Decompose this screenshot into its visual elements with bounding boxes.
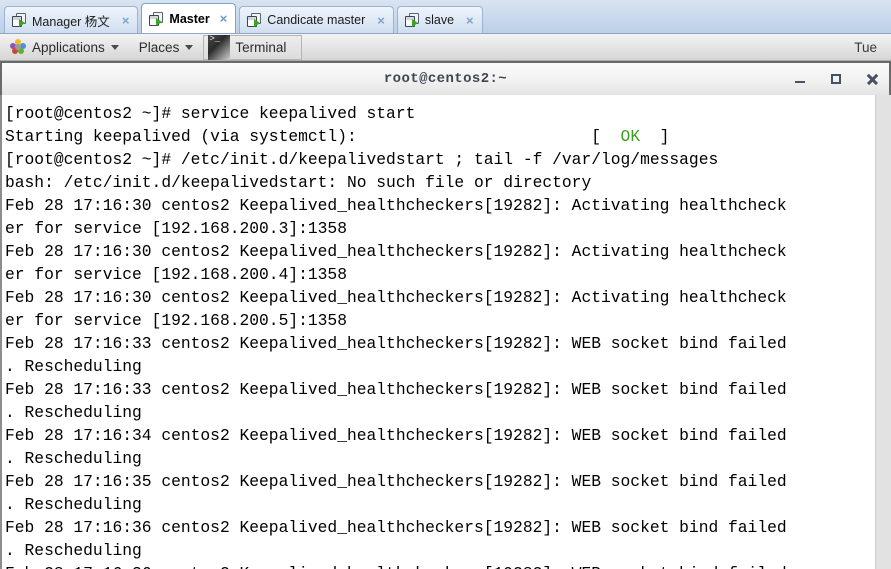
terminal-title-bar[interactable]: root@centos2:~ bbox=[0, 61, 891, 95]
status-ok-badge: OK bbox=[620, 127, 641, 146]
terminal-line: Feb 28 17:16:33 centos2 Keepalived_healt… bbox=[5, 334, 787, 353]
terminal-line: . Rescheduling bbox=[5, 449, 142, 468]
clock-applet[interactable]: Tue bbox=[854, 40, 891, 55]
gnome-foot-icon bbox=[10, 39, 26, 55]
close-icon[interactable] bbox=[865, 72, 879, 86]
terminal-line: [root@centos2 ~]# service keepalived sta… bbox=[5, 104, 416, 123]
terminal-session-icon bbox=[247, 13, 262, 27]
session-tab[interactable]: Master × bbox=[141, 3, 237, 33]
terminal-window-thumbnail-icon bbox=[208, 34, 231, 60]
maximize-icon[interactable] bbox=[829, 72, 843, 86]
session-tab-label: slave bbox=[424, 13, 455, 27]
applications-menu-label: Applications bbox=[32, 39, 105, 55]
window-title: root@centos2:~ bbox=[383, 71, 508, 87]
terminal-line-text: ] bbox=[640, 127, 670, 146]
terminal-line: Starting keepalived (via systemctl): [ O… bbox=[5, 125, 875, 148]
session-tab-label: Candicate master bbox=[267, 13, 366, 27]
terminal-line: Feb 28 17:16:33 centos2 Keepalived_healt… bbox=[5, 380, 787, 399]
terminal-session-icon bbox=[404, 13, 420, 27]
window-controls bbox=[793, 63, 879, 95]
terminal-line-text: Starting keepalived (via systemctl): [ bbox=[5, 127, 621, 146]
session-tab-bar: Manager 杨文 × Master × Candicate master × slave… bbox=[0, 0, 891, 34]
terminal-line: . Rescheduling bbox=[5, 357, 142, 376]
terminal-body[interactable]: [root@centos2 ~]# service keepalived sta… bbox=[0, 95, 891, 569]
terminal-window: root@centos2:~ [root@centos2 ~]# service… bbox=[0, 61, 891, 569]
terminal-line: Feb 28 17:16:36 centos2 Keepalived_healt… bbox=[5, 518, 787, 537]
applications-menu[interactable]: Applications bbox=[0, 34, 129, 60]
chevron-down-icon bbox=[110, 44, 119, 50]
session-tab[interactable]: slave × bbox=[396, 6, 483, 33]
terminal-line: Feb 28 17:16:34 centos2 Keepalived_healt… bbox=[5, 426, 787, 445]
terminal-line: . Rescheduling bbox=[5, 403, 142, 422]
terminal-line: Feb 28 17:16:30 centos2 Keepalived_healt… bbox=[5, 288, 787, 307]
terminal-line: Feb 28 17:16:36 centos2 Keepalived_healt… bbox=[5, 562, 875, 569]
terminal-line: Feb 28 17:16:35 centos2 Keepalived_healt… bbox=[5, 472, 787, 491]
terminal-line: . Rescheduling bbox=[5, 541, 142, 560]
places-menu-label: Places bbox=[138, 39, 180, 55]
close-icon[interactable]: × bbox=[464, 13, 476, 28]
terminal-line: Feb 28 17:16:30 centos2 Keepalived_healt… bbox=[5, 242, 787, 261]
terminal-scrollbar[interactable] bbox=[875, 95, 891, 569]
close-icon[interactable]: × bbox=[120, 13, 132, 28]
terminal-line: Feb 28 17:16:30 centos2 Keepalived_healt… bbox=[5, 196, 787, 215]
taskbar-window-label: Terminal bbox=[235, 39, 287, 55]
session-tab[interactable]: Manager 杨文 × bbox=[4, 6, 139, 33]
terminal-session-icon bbox=[149, 11, 164, 26]
terminal-session-icon bbox=[12, 13, 27, 27]
terminal-line: er for service [192.168.200.3]:1358 bbox=[5, 219, 347, 238]
close-icon[interactable]: × bbox=[218, 11, 230, 26]
terminal-line: . Rescheduling bbox=[5, 495, 142, 514]
terminal-line: er for service [192.168.200.5]:1358 bbox=[5, 311, 347, 330]
minimize-icon[interactable] bbox=[793, 72, 807, 86]
scrollbar-thumb[interactable] bbox=[877, 447, 890, 567]
close-icon[interactable]: × bbox=[375, 13, 387, 28]
chevron-down-icon bbox=[185, 44, 194, 50]
terminal-line: [root@centos2 ~]# /etc/init.d/keepalived… bbox=[5, 150, 719, 169]
session-tab-label: Master bbox=[169, 11, 210, 26]
desktop-menu-bar: Applications Places Terminal Tue bbox=[0, 34, 891, 61]
places-menu[interactable]: Places bbox=[129, 34, 204, 60]
session-tab[interactable]: Candicate master × bbox=[239, 6, 394, 33]
terminal-output: [root@centos2 ~]# service keepalived sta… bbox=[5, 102, 875, 569]
terminal-line: er for service [192.168.200.4]:1358 bbox=[5, 265, 347, 284]
session-tab-label: Manager 杨文 bbox=[32, 14, 110, 29]
terminal-line: bash: /etc/init.d/keepalivedstart: No su… bbox=[5, 173, 592, 192]
taskbar-window-terminal[interactable]: Terminal bbox=[203, 34, 303, 60]
